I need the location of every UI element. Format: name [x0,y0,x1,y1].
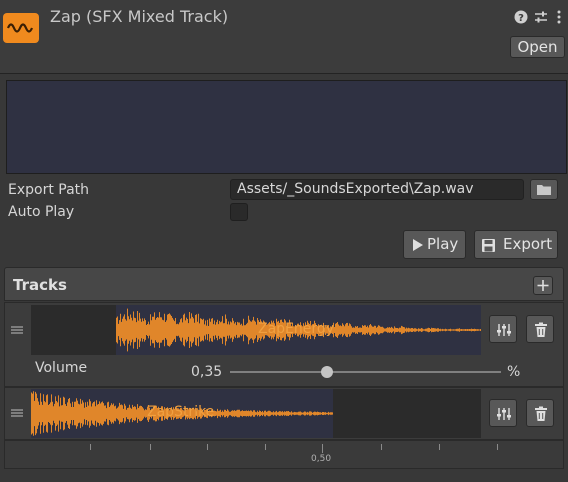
waveform-box[interactable]: ZapStrike [31,389,481,438]
volume-value[interactable]: 0,35 [191,364,222,380]
auto-play-checkbox[interactable] [230,203,248,221]
track-item: ZapEnergy [4,302,564,387]
trash-icon [535,322,547,337]
waveform-display: ZapStrike [31,389,333,438]
audio-asset-icon [3,13,39,43]
timeline-tick [90,444,91,450]
browse-folder-button[interactable] [530,179,558,200]
export-button[interactable]: Export [474,230,558,259]
track-item: ZapStrike [4,387,564,440]
timeline-tick [207,444,208,450]
timeline-tick [265,444,266,450]
drag-handle-icon[interactable] [11,326,23,334]
waveform-display: ZapEnergy [116,305,481,355]
volume-label: Volume [35,360,88,376]
auto-play-label: Auto Play [8,204,75,220]
export-label: Export [503,235,553,253]
timeline-tick [381,444,382,450]
plus-icon [537,280,549,291]
track-name: ZapStrike [147,404,215,420]
volume-unit: % [507,364,521,380]
folder-icon [537,185,551,195]
tracks-title: Tracks [13,276,67,294]
volume-slider-track[interactable] [230,371,501,373]
play-button[interactable]: Play [403,230,466,259]
timeline-tick [150,444,151,450]
trash-icon [535,406,547,421]
play-label: Play [427,235,459,253]
delete-track-button[interactable] [526,399,554,427]
settings-sliders-icon[interactable] [533,9,549,25]
tracks-header: Tracks [4,267,564,301]
mixer-icon [497,408,511,420]
preview-area [6,80,567,174]
save-icon [482,239,495,252]
asset-title: Zap (SFX Mixed Track) [50,7,229,26]
export-path-label: Export Path [8,182,90,198]
track-name: ZapEnergy [258,321,335,337]
waveform-box[interactable]: ZapEnergy [31,305,481,355]
timeline-tick [439,444,440,450]
volume-slider-knob[interactable] [321,366,333,378]
delete-track-button[interactable] [526,315,554,343]
export-path-field[interactable]: Assets/_SoundsExported\Zap.wav [230,179,524,200]
track-settings-button[interactable] [489,399,517,427]
drag-handle-icon[interactable] [11,409,23,417]
add-track-button[interactable] [533,276,553,295]
open-button[interactable]: Open [510,36,565,58]
more-icon[interactable] [551,9,567,25]
svg-text:?: ? [518,13,524,24]
timeline-tick-label: 0,50 [311,454,332,464]
inspector-header: Zap (SFX Mixed Track) ? Open [0,0,568,74]
track-settings-button[interactable] [489,315,517,343]
timeline-tick [322,444,323,453]
timeline-ruler[interactable]: 0,50 [4,440,564,469]
mixer-icon [497,324,511,336]
help-icon[interactable]: ? [513,9,529,25]
play-icon [413,239,423,251]
timeline-tick [497,444,498,450]
